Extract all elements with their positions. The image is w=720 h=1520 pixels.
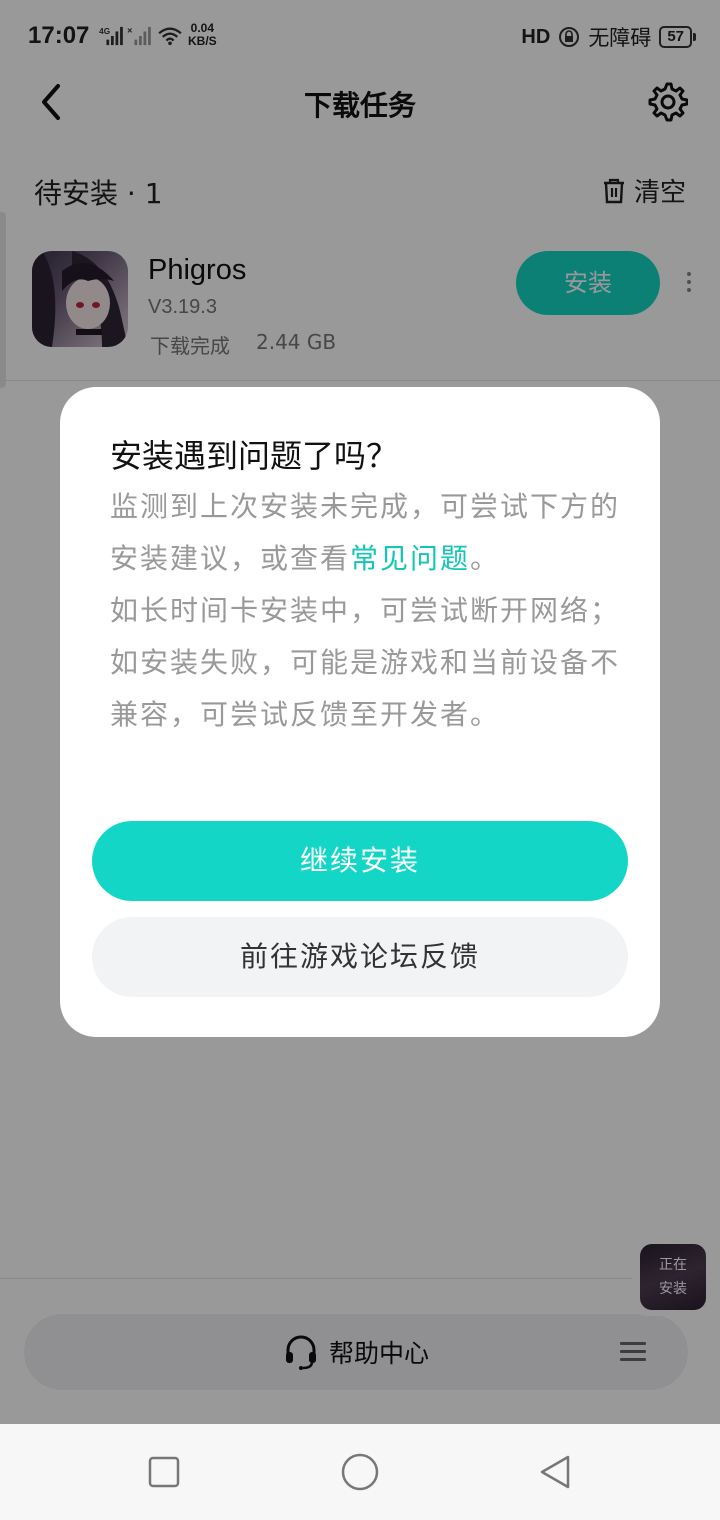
continue-install-button[interactable]: 继续安装	[92, 821, 628, 901]
dialog-body-line2: 如长时间卡安装中，可尝试断开网络；	[110, 594, 621, 627]
dialog-body-line3: 如安装失败，可能是游戏和当前设备不兼容，可尝试反馈至开发者。	[110, 646, 621, 731]
forum-feedback-button[interactable]: 前往游戏论坛反馈	[92, 917, 628, 997]
system-nav-bar	[0, 1424, 720, 1520]
back-triangle-icon[interactable]	[538, 1454, 574, 1490]
dialog-body: 监测到上次安装未完成，可尝试下方的安装建议，或查看常见问题。 如长时间卡安装中，…	[110, 481, 620, 741]
dialog-title: 安装遇到问题了吗？	[110, 437, 399, 475]
home-icon[interactable]	[340, 1452, 380, 1492]
install-problem-dialog: 安装遇到问题了吗？ 监测到上次安装未完成，可尝试下方的安装建议，或查看常见问题。…	[60, 387, 660, 1037]
faq-link[interactable]: 常见问题	[350, 542, 470, 575]
recent-apps-icon[interactable]	[146, 1454, 182, 1490]
dialog-body-part2: 。	[470, 542, 501, 575]
